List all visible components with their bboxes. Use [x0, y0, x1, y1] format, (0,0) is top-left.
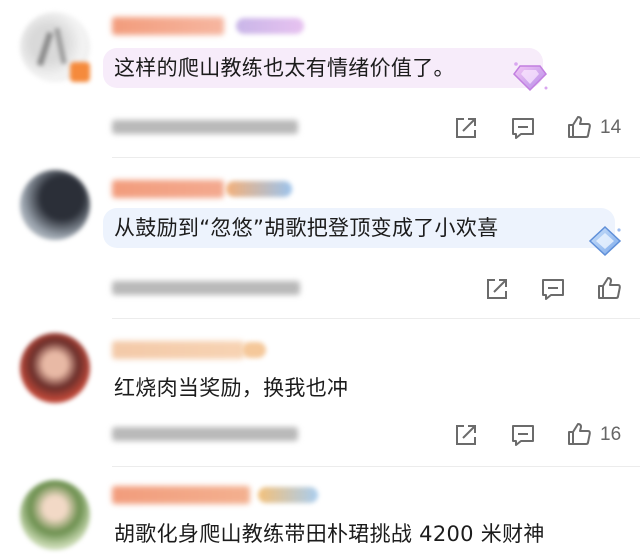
divider [112, 466, 640, 467]
comment-meta [112, 281, 300, 295]
reply-button[interactable] [510, 115, 536, 141]
comment-text: 这样的爬山教练也太有情绪价值了。 [114, 56, 455, 80]
like-button[interactable] [566, 421, 592, 447]
username[interactable] [112, 17, 224, 35]
thumbs-up-icon [598, 277, 621, 299]
comment-text: 从鼓励到“忽悠”胡歌把登顶变成了小欢喜 [114, 216, 499, 240]
reply-button[interactable] [510, 422, 536, 448]
like-button[interactable] [566, 114, 592, 140]
user-tag [226, 181, 292, 197]
thumbs-up-icon [568, 116, 591, 138]
avatar[interactable] [20, 333, 90, 403]
username[interactable] [112, 486, 250, 504]
comment-icon [542, 279, 564, 300]
like-button[interactable] [596, 275, 622, 301]
divider [112, 157, 640, 158]
share-icon [456, 425, 476, 445]
share-icon [487, 279, 507, 299]
comment-text: 胡歌化身爬山教练带田朴珺挑战 4200 米财神 [114, 522, 545, 546]
comment-meta [112, 120, 298, 134]
diamond-badge-icon [510, 58, 550, 98]
user-tag [258, 487, 318, 503]
avatar[interactable] [20, 170, 90, 240]
like-count: 16 [600, 424, 622, 445]
username[interactable] [112, 341, 244, 359]
comment-icon [512, 425, 534, 446]
diamond-badge-icon [586, 224, 624, 262]
share-button[interactable] [453, 422, 479, 448]
share-button[interactable] [453, 115, 479, 141]
thumbs-up-icon [568, 423, 591, 445]
username[interactable] [112, 180, 224, 198]
share-button[interactable] [484, 276, 510, 302]
user-tag [242, 342, 266, 358]
comment-icon [512, 118, 534, 139]
divider [112, 318, 640, 319]
like-count: 14 [600, 117, 622, 138]
comment-text: 红烧肉当奖励，换我也冲 [114, 376, 349, 400]
reply-button[interactable] [540, 276, 566, 302]
verified-badge-icon [70, 62, 90, 82]
user-tag [236, 18, 304, 34]
avatar[interactable] [20, 480, 90, 550]
comment-meta [112, 427, 298, 441]
share-icon [456, 118, 476, 138]
